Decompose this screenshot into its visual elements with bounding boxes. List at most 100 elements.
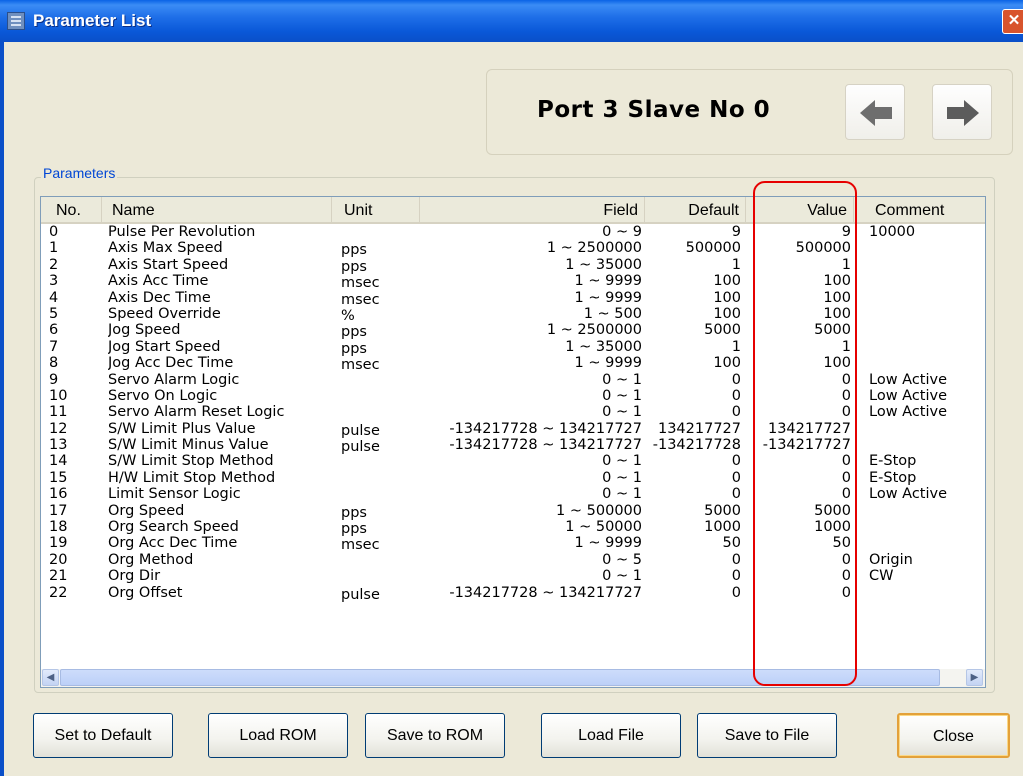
cell-default: 100 bbox=[713, 355, 741, 372]
load-rom-button[interactable]: Load ROM bbox=[208, 713, 348, 758]
table-row[interactable]: 16 Limit Sensor Logic 0 ~ 1 0 0 Low Active bbox=[41, 486, 985, 502]
cell-default: 100 bbox=[713, 289, 741, 306]
parameter-table[interactable]: No. Name Unit Field Default Value Commen… bbox=[40, 196, 986, 688]
cell-comment: Low Active bbox=[869, 371, 948, 388]
cell-field: 1 ~ 500 bbox=[583, 305, 642, 322]
table-row[interactable]: 12 S/W Limit Plus Value pulse -134217728 ~ … bbox=[41, 420, 985, 439]
cell-comment bbox=[869, 421, 984, 437]
cell-default: 0 bbox=[731, 453, 741, 470]
cell-name: Servo Alarm Logic bbox=[108, 371, 240, 388]
cell-no: 5 bbox=[49, 305, 59, 322]
cell-name: Servo Alarm Reset Logic bbox=[108, 404, 285, 421]
col-header-comment[interactable]: Comment bbox=[854, 197, 985, 222]
table-row[interactable]: 3 Axis Acc Time msec 1 ~ 9999 100 100 bbox=[41, 273, 985, 291]
cell-value: 500000 bbox=[795, 240, 851, 257]
previous-slave-button[interactable] bbox=[845, 84, 905, 140]
table-row[interactable]: 15 H/W Limit Stop Method 0 ~ 1 0 0 E-Stop bbox=[41, 470, 985, 486]
cell-no: 14 bbox=[49, 453, 68, 470]
table-row[interactable]: 5 Speed Override% 1 ~ 500 100 100 bbox=[41, 305, 985, 324]
port-slave-label: Port 3 Slave No 0 bbox=[537, 97, 771, 123]
table-row[interactable]: 22 Org Offset pulse -134217728 ~ 134217727 0… bbox=[41, 584, 985, 603]
table-row[interactable]: 13 S/W Limit Minus Value pulse -134217728 ~… bbox=[41, 437, 985, 455]
cell-comment: CW bbox=[869, 568, 894, 585]
cell-no: 21 bbox=[49, 568, 68, 585]
cell-comment bbox=[869, 437, 984, 453]
cell-name: Org Search Speed bbox=[108, 519, 239, 536]
col-header-no[interactable]: No. bbox=[41, 197, 102, 222]
cell-default: 50 bbox=[722, 535, 741, 552]
cell-field: 1 ~ 35000 bbox=[565, 256, 642, 273]
table-row[interactable]: 14 S/W Limit Stop Method 0 ~ 1 0 0 E-Stop bbox=[41, 453, 985, 469]
load-file-button[interactable]: Load File bbox=[541, 713, 681, 758]
save-to-rom-button[interactable]: Save to ROM bbox=[365, 713, 505, 758]
cell-field: 0 ~ 9 bbox=[602, 224, 642, 240]
cell-default: 5000 bbox=[704, 502, 741, 519]
next-slave-button[interactable] bbox=[932, 84, 992, 140]
cell-no: 3 bbox=[49, 273, 59, 290]
scroll-left-button[interactable]: ◀ bbox=[42, 669, 59, 686]
cell-value: 100 bbox=[823, 289, 851, 306]
col-header-name[interactable]: Name bbox=[102, 197, 332, 222]
table-row[interactable]: 9 Servo Alarm Logic 0 ~ 1 0 0 Low Active bbox=[41, 372, 985, 388]
cell-field: 0 ~ 1 bbox=[602, 486, 642, 503]
cell-no: 16 bbox=[49, 486, 68, 503]
cell-comment bbox=[869, 535, 984, 551]
cell-comment bbox=[869, 273, 984, 289]
table-row[interactable]: 19 Org Acc Dec Time msec 1 ~ 9999 50 50 bbox=[41, 535, 985, 553]
cell-value: 0 bbox=[841, 404, 851, 421]
cell-name: Limit Sensor Logic bbox=[108, 486, 241, 503]
cell-unit: pulse bbox=[341, 586, 380, 603]
table-row[interactable]: 6 Jog Speed pps 1 ~ 2500000 5000 5000 bbox=[41, 322, 985, 340]
table-row[interactable]: 18 Org Search Speed pps 1 ~ 50000 1000 1000 bbox=[41, 519, 985, 537]
col-header-field[interactable]: Field bbox=[420, 197, 645, 222]
cell-name: Org Method bbox=[108, 551, 194, 568]
table-row[interactable]: 21 Org Dir 0 ~ 1 0 0 CW bbox=[41, 568, 985, 584]
cell-field: 1 ~ 9999 bbox=[574, 273, 643, 290]
cell-no: 12 bbox=[49, 420, 68, 437]
cell-default: 0 bbox=[731, 371, 741, 388]
cell-field: 1 ~ 2500000 bbox=[546, 240, 642, 257]
cell-value: 1000 bbox=[814, 519, 851, 536]
col-header-value[interactable]: Value bbox=[746, 197, 854, 222]
window-close-button[interactable]: ✕ bbox=[1002, 9, 1023, 34]
cell-field: -134217728 ~ 134217727 bbox=[449, 437, 642, 454]
cell-no: 11 bbox=[49, 404, 68, 421]
cell-value: 9 bbox=[841, 224, 851, 240]
cell-default: 100 bbox=[713, 273, 741, 290]
cell-no: 19 bbox=[49, 535, 68, 552]
col-header-unit[interactable]: Unit bbox=[332, 197, 420, 222]
table-row[interactable]: 8 Jog Acc Dec Time msec 1 ~ 9999 100 100 bbox=[41, 355, 985, 373]
cell-comment bbox=[869, 339, 984, 355]
cell-name: Jog Acc Dec Time bbox=[108, 355, 234, 372]
cell-value: 100 bbox=[823, 305, 851, 322]
table-row[interactable]: 17 Org Speed pps 1 ~ 500000 5000 5000 bbox=[41, 502, 985, 521]
table-row[interactable]: 10 Servo On Logic 0 ~ 1 0 0 Low Active bbox=[41, 388, 985, 404]
table-row[interactable]: 4 Axis Dec Time msec 1 ~ 9999 100 100 bbox=[41, 289, 985, 308]
table-row[interactable]: 1 Axis Max Speed pps 1 ~ 2500000 500000 50000… bbox=[41, 240, 985, 258]
cell-default: 0 bbox=[731, 584, 741, 601]
cell-comment bbox=[869, 257, 984, 273]
cell-value: 0 bbox=[841, 486, 851, 503]
cell-no: 4 bbox=[49, 289, 59, 306]
cell-default: 1 bbox=[731, 338, 741, 355]
cell-field: 0 ~ 1 bbox=[602, 469, 642, 486]
cell-name: Org Offset bbox=[108, 584, 183, 601]
cell-no: 10 bbox=[49, 387, 68, 404]
close-button[interactable]: Close bbox=[897, 713, 1010, 758]
table-row[interactable]: 2 Axis Start Speed pps 1 ~ 35000 1 1 bbox=[41, 256, 985, 275]
col-header-default[interactable]: Default bbox=[645, 197, 746, 222]
scroll-right-button[interactable]: ▶ bbox=[966, 669, 983, 686]
horizontal-scroll-thumb[interactable] bbox=[60, 669, 940, 686]
cell-comment bbox=[869, 585, 984, 601]
table-row[interactable]: 0 Pulse Per Revolution 0 ~ 9 9 9 10000 bbox=[41, 224, 985, 240]
set-to-default-button[interactable]: Set to Default bbox=[33, 713, 173, 758]
cell-field: 1 ~ 50000 bbox=[565, 519, 642, 536]
cell-field: 1 ~ 9999 bbox=[574, 355, 643, 372]
cell-value: 0 bbox=[841, 551, 851, 568]
save-to-file-button[interactable]: Save to File bbox=[697, 713, 837, 758]
cell-name: H/W Limit Stop Method bbox=[108, 469, 276, 486]
table-row[interactable]: 20 Org Method 0 ~ 5 0 0 Origin bbox=[41, 552, 985, 568]
table-row[interactable]: 7 Jog Start Speed pps 1 ~ 35000 1 1 bbox=[41, 338, 985, 357]
app-icon bbox=[7, 12, 25, 30]
table-row[interactable]: 11 Servo Alarm Reset Logic 0 ~ 1 0 0 Low Acti… bbox=[41, 404, 985, 420]
